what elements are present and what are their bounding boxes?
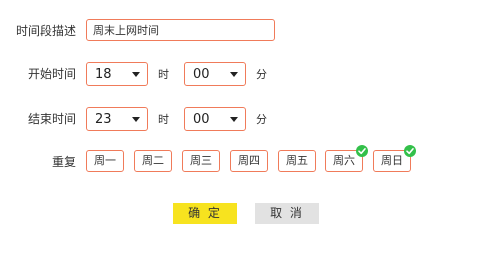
day-wednesday-button[interactable]: 周三 [182,150,220,172]
end-minute-value: 00 [193,112,210,127]
description-label: 时间段描述 [15,24,76,38]
end-minute-select[interactable]: 00 [184,107,246,131]
end-hour-value: 23 [95,112,112,127]
chevron-down-icon [132,72,140,77]
day-saturday-button[interactable]: 周六 [325,145,368,172]
day-label: 周五 [286,154,308,167]
day-monday-button[interactable]: 周一 [86,150,124,172]
day-label: 周六 [333,154,355,167]
day-sunday-button[interactable]: 周日 [373,145,416,172]
description-input[interactable] [86,19,275,41]
start-hour-value: 18 [95,67,112,82]
end-minute-unit: 分 [256,113,267,126]
start-time-label: 开始时间 [27,67,76,81]
chevron-down-icon [230,72,238,77]
check-icon [404,145,416,157]
end-hour-unit: 时 [158,113,169,126]
day-thursday-button[interactable]: 周四 [230,150,268,172]
start-minute-unit: 分 [256,68,267,81]
end-hour-select[interactable]: 23 [86,107,148,131]
cancel-button[interactable]: 取 消 [255,203,319,224]
start-minute-value: 00 [193,67,210,82]
start-hour-select[interactable]: 18 [86,62,148,86]
start-hour-unit: 时 [158,68,169,81]
day-label: 周日 [381,154,403,167]
start-minute-select[interactable]: 00 [184,62,246,86]
repeat-label: 重复 [51,155,76,169]
chevron-down-icon [230,117,238,122]
end-time-label: 结束时间 [27,112,76,126]
day-friday-button[interactable]: 周五 [278,150,316,172]
day-tuesday-button[interactable]: 周二 [134,150,172,172]
check-icon [356,145,368,157]
chevron-down-icon [132,117,140,122]
confirm-button[interactable]: 确 定 [173,203,237,224]
